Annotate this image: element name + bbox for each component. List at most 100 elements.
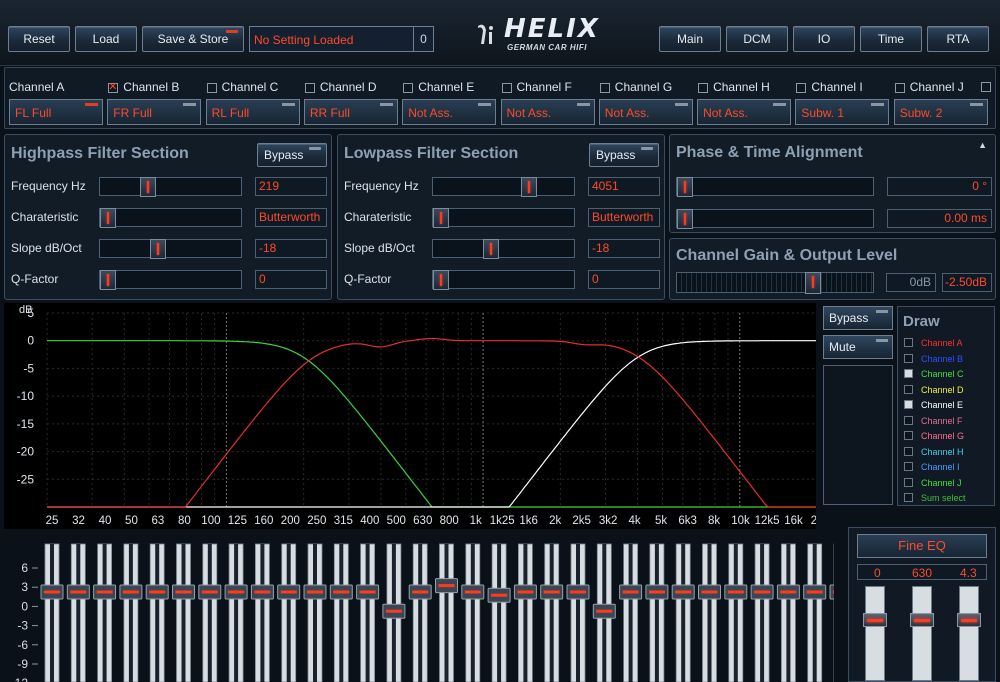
lowpass-row-value[interactable]: Butterworth (588, 208, 660, 227)
fine-eq-freq-slider[interactable] (910, 586, 934, 681)
mute-button[interactable]: Mute (823, 335, 893, 359)
draw-item[interactable]: Channel H (904, 446, 964, 458)
time-value[interactable]: 0.00 ms (887, 209, 992, 228)
lowpass-bypass-button[interactable]: Bypass (589, 143, 659, 167)
draw-checkbox[interactable] (904, 384, 913, 394)
output-level-value[interactable]: -2.50dB (942, 273, 992, 292)
channel-checkbox-g[interactable] (599, 83, 610, 93)
channel-extra-checkbox[interactable] (981, 82, 991, 92)
gain-value[interactable]: 0dB (886, 273, 936, 292)
lowpass-slider-track[interactable] (432, 270, 575, 290)
draw-item[interactable]: Channel E (904, 399, 963, 411)
nav-dcm-button[interactable]: DCM (726, 26, 788, 52)
lowpass-row-value[interactable]: 0 (588, 270, 660, 289)
channel-assign-h[interactable]: Not Ass. (697, 99, 792, 125)
channel-assign-a[interactable]: FL Full (9, 99, 103, 125)
channel-assign-g[interactable]: Not Ass. (598, 99, 693, 125)
lowpass-slider-track[interactable] (432, 239, 575, 259)
highpass-row-value[interactable]: 0 (255, 270, 327, 289)
draw-checkbox[interactable] (904, 338, 913, 347)
graphic-eq-bands[interactable]: 6 3 0 -3 -6 -9 -12 (4, 540, 834, 682)
channel-assign-j[interactable]: Subw. 2 (893, 99, 988, 125)
draw-item[interactable]: Sum select (904, 492, 966, 504)
lowpass-row-value[interactable]: -18 (588, 239, 660, 258)
channel-checkbox-h[interactable] (698, 83, 709, 93)
draw-item[interactable]: Channel I (904, 461, 960, 473)
highpass-row-value[interactable]: 219 (255, 177, 327, 196)
draw-item[interactable]: Channel B (904, 353, 963, 365)
nav-time-button[interactable]: Time (860, 26, 922, 52)
fine-eq-gain-knob[interactable] (863, 613, 887, 627)
lowpass-slider-track[interactable] (432, 208, 575, 228)
draw-checkbox[interactable] (904, 431, 913, 440)
channel-assign-e[interactable]: Not Ass. (402, 99, 497, 125)
lowpass-slider-knob[interactable] (433, 208, 449, 228)
lowpass-slider-knob[interactable] (521, 177, 537, 197)
eq-y-tick: 0 (21, 599, 28, 613)
graph-bypass-button[interactable]: Bypass (823, 306, 893, 330)
reset-button[interactable]: Reset (8, 26, 70, 52)
save-store-button[interactable]: Save & Store (142, 26, 244, 52)
draw-checkbox[interactable] (904, 353, 913, 363)
phase-slider-knob[interactable] (677, 177, 693, 197)
draw-checkbox[interactable] (904, 493, 913, 502)
load-button[interactable]: Load (75, 26, 137, 52)
gain-slider-track[interactable] (676, 272, 874, 294)
highpass-slider-track[interactable] (99, 177, 242, 197)
draw-checkbox[interactable] (904, 400, 913, 409)
channel-checkbox-e[interactable] (403, 83, 414, 93)
phase-value[interactable]: 0 ° (887, 177, 992, 196)
fine-eq-freq-knob[interactable] (910, 613, 934, 627)
highpass-slider-track[interactable] (99, 208, 242, 228)
highpass-slider-knob[interactable] (140, 177, 156, 197)
channel-checkbox-c[interactable] (206, 83, 217, 93)
nav-rta-button[interactable]: RTA (927, 26, 989, 52)
fine-eq-q-slider[interactable] (957, 586, 981, 681)
lowpass-slider-knob[interactable] (433, 270, 449, 290)
channel-assign-d[interactable]: RR Full (303, 99, 398, 125)
lowpass-row-value[interactable]: 4051 (588, 177, 660, 196)
draw-item[interactable]: Channel C (904, 368, 964, 380)
time-slider-knob[interactable] (677, 209, 693, 229)
collapse-arrow-icon[interactable]: ▲ (978, 140, 987, 150)
draw-item[interactable]: Channel G (904, 430, 964, 442)
frequency-response-graph[interactable]: dB50-5-10-15-20-2525 32 40 50 63 80 100 125 160 2… (4, 303, 816, 529)
channel-assign-i[interactable]: Subw. 1 (795, 99, 890, 125)
nav-io-button[interactable]: IO (793, 26, 855, 52)
channel-checkbox-f[interactable] (501, 83, 512, 93)
draw-item[interactable]: Channel J (904, 477, 962, 489)
channel-assign-c[interactable]: RL Full (205, 99, 300, 125)
draw-checkbox[interactable] (904, 369, 913, 378)
phase-slider-track[interactable] (676, 177, 874, 197)
draw-checkbox[interactable] (904, 415, 913, 425)
lowpass-slider-knob[interactable] (483, 239, 499, 259)
highpass-slider-knob[interactable] (150, 239, 166, 259)
draw-checkbox[interactable] (904, 462, 913, 471)
fine-eq-gain-slider[interactable] (863, 586, 887, 681)
draw-item[interactable]: Channel D (904, 384, 964, 396)
lowpass-slider-track[interactable] (432, 177, 575, 197)
draw-item[interactable]: Channel F (904, 415, 963, 427)
fine-eq-button[interactable]: Fine EQ (857, 534, 987, 558)
highpass-row-value[interactable]: -18 (255, 239, 327, 258)
channel-checkbox-b[interactable] (108, 80, 119, 93)
highpass-slider-knob[interactable] (100, 208, 116, 228)
channel-checkbox-d[interactable] (304, 83, 315, 93)
channel-checkbox-i[interactable] (796, 83, 807, 93)
gain-slider-knob[interactable] (805, 272, 821, 294)
channel-checkbox-j[interactable] (894, 83, 905, 93)
channel-assign-b[interactable]: FR Full (107, 99, 202, 125)
highpass-slider-knob[interactable] (100, 270, 116, 290)
nav-main-button[interactable]: Main (659, 26, 721, 52)
channel-assign-f[interactable]: Not Ass. (500, 99, 595, 125)
draw-checkbox[interactable] (904, 446, 913, 456)
draw-checkbox[interactable] (904, 477, 913, 487)
fine-eq-q-knob[interactable] (957, 613, 981, 627)
highpass-slider-track[interactable] (99, 270, 242, 290)
highpass-slider-track[interactable] (99, 239, 242, 259)
graph-x-tick: 800 (440, 515, 459, 527)
highpass-row-value[interactable]: Butterworth (255, 208, 327, 227)
time-slider-track[interactable] (676, 209, 874, 229)
draw-item[interactable]: Channel A (904, 337, 963, 349)
highpass-bypass-button[interactable]: Bypass (257, 143, 327, 167)
